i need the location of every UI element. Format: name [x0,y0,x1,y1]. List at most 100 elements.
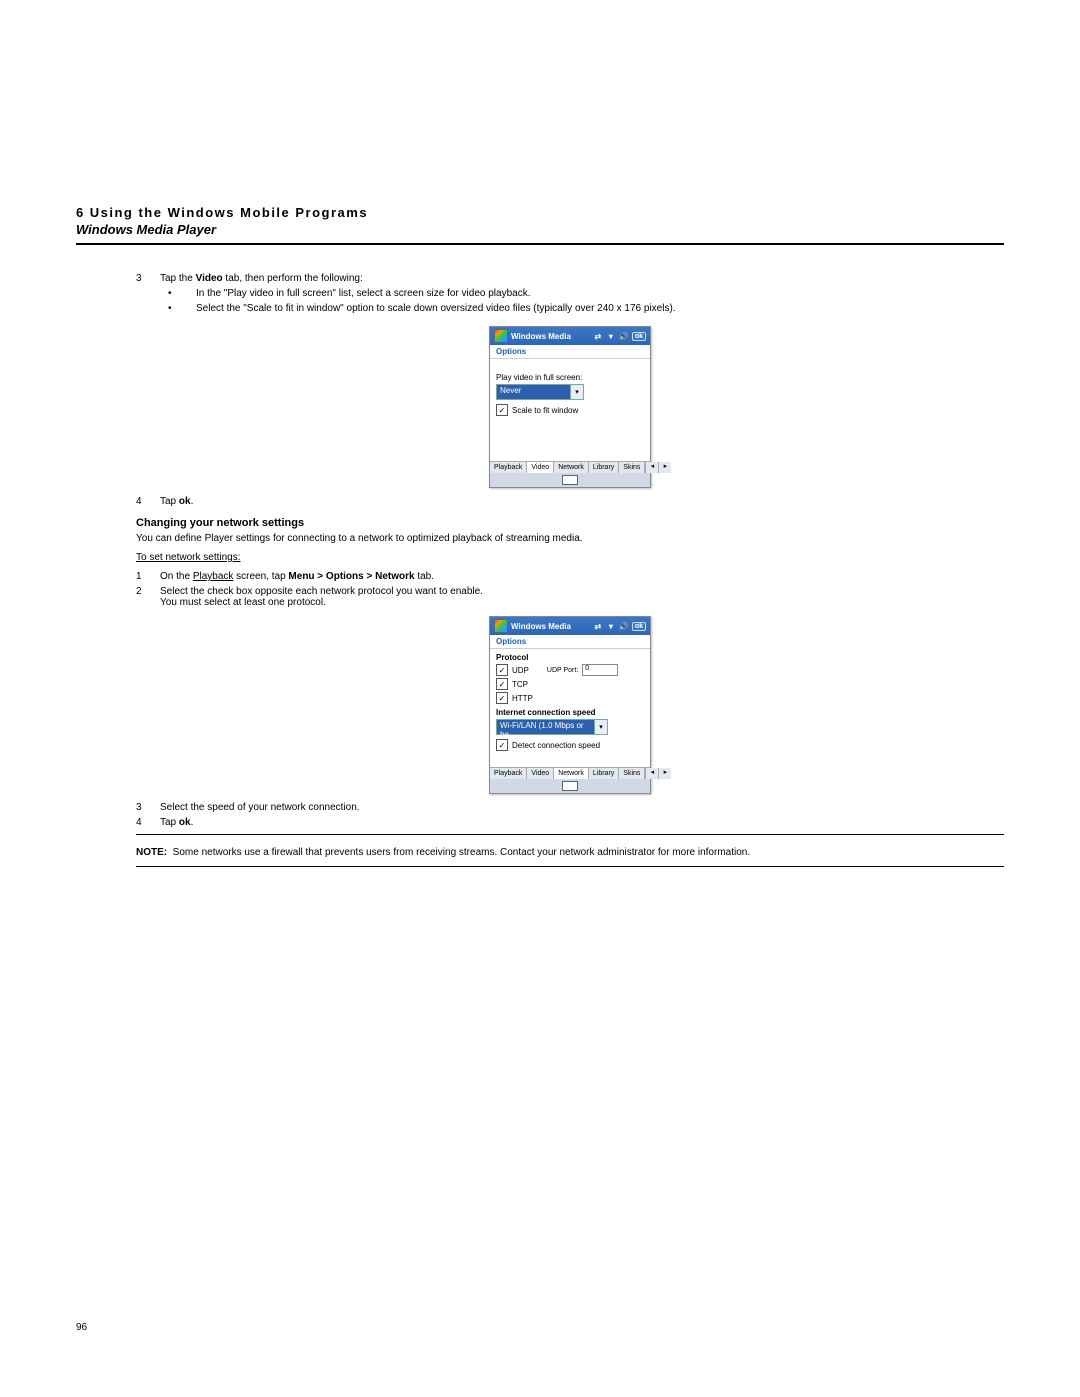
network-steps: 1 On the Playback screen, tap Menu > Opt… [136,571,1004,608]
volume-icon: 🔊 [619,331,629,341]
tab-network[interactable]: Network [554,768,589,779]
paragraph: You can define Player settings for conne… [136,533,1004,544]
checkbox-label: Scale to fit window [512,406,578,415]
note-divider-bottom [136,866,1004,867]
dropdown-arrow-icon[interactable]: ▾ [594,720,607,734]
tab-library[interactable]: Library [589,768,619,779]
tab-scroll-nav: ◂ ▸ [645,462,671,473]
windows-flag-icon [494,619,508,633]
udp-row: ✓ UDP UDP Port: 0 [496,664,644,676]
step-3b: 3 Select the speed of your network conne… [136,802,1004,828]
step-number: 1 [136,571,160,582]
step-3: 3 Tap the Video tab, then perform the fo… [136,273,1004,318]
bullet-item: Select the "Scale to fit in window" opti… [182,303,1004,314]
body-content: 3 Tap the Video tab, then perform the fo… [136,273,1004,867]
step-text: Tap ok. [160,496,1004,507]
ok-button[interactable]: ok [632,332,646,341]
checkbox-icon[interactable]: ✓ [496,692,508,704]
subheading-network: Changing your network settings [136,517,1004,529]
chapter-number: 6 [76,205,84,220]
play-video-label: Play video in full screen: [496,373,644,382]
select-value: Never [497,385,570,399]
options-header: Options [490,345,650,359]
phone-titlebar: Windows Media ⇄ ▾ 🔊 ok [490,617,650,635]
divider [76,243,1004,245]
step-text: Tap ok. [160,817,1004,828]
step-text: Select the speed of your network connect… [160,802,1004,813]
tab-scroll-nav: ◂ ▸ [645,768,671,779]
udp-port-label: UDP Port: [547,667,578,674]
bullet-item: In the "Play video in full screen" list,… [182,288,1004,299]
volume-icon: 🔊 [619,621,629,631]
note-divider-top [136,834,1004,835]
note-paragraph: NOTE: Some networks use a firewall that … [136,847,1004,858]
section-title: Windows Media Player [76,222,1004,237]
tab-bar: Playback Video Network Library Skins ◂ ▸ [490,767,650,779]
connectivity-icon: ⇄ [593,621,603,631]
checkbox-icon[interactable]: ✓ [496,664,508,676]
udp-checkbox[interactable]: ✓ UDP [496,664,529,676]
page-number: 96 [76,1322,87,1333]
page: 6 Using the Windows Mobile Programs Wind… [0,0,1080,1397]
step-number: 4 [136,817,160,828]
keyboard-icon[interactable] [562,475,578,485]
tab-network[interactable]: Network [554,462,589,473]
chapter-title: Using the Windows Mobile Programs [90,205,368,220]
tab-playback[interactable]: Playback [490,768,527,779]
http-checkbox[interactable]: ✓ HTTP [496,692,644,704]
tab-scroll-left-icon[interactable]: ◂ [645,462,658,473]
protocol-label: Protocol [496,653,644,662]
scale-checkbox-row[interactable]: ✓ Scale to fit window [496,404,644,416]
step-number: 3 [136,802,160,813]
dropdown-arrow-icon[interactable]: ▾ [570,385,583,399]
step-number: 2 [136,586,160,608]
ok-button[interactable]: ok [632,622,646,631]
step-number: 4 [136,496,160,507]
signal-icon: ▾ [606,621,616,631]
tab-skins[interactable]: Skins [619,768,645,779]
phone-titlebar: Windows Media ⇄ ▾ 🔊 ok [490,327,650,345]
step-number: 3 [136,273,160,318]
tab-scroll-right-icon[interactable]: ▸ [658,462,671,473]
connection-speed-select[interactable]: Wi-Fi/LAN (1.0 Mbps or be ▾ [496,719,608,735]
step-text: On the Playback screen, tap Menu > Optio… [160,571,1004,582]
udp-port-field[interactable]: 0 [582,664,618,676]
signal-icon: ▾ [606,331,616,341]
tab-video[interactable]: Video [527,462,554,473]
checkbox-icon[interactable]: ✓ [496,404,508,416]
procedure-heading: To set network settings: [136,552,1004,563]
full-screen-select[interactable]: Never ▾ [496,384,584,400]
step-text: Select the check box opposite each netwo… [160,586,1004,608]
tab-skins[interactable]: Skins [619,462,645,473]
note-prefix: NOTE: [136,847,167,858]
step-text: Tap the Video tab, then perform the foll… [160,273,1004,318]
checkbox-label: Detect connection speed [512,741,600,750]
checkbox-icon[interactable]: ✓ [496,739,508,751]
tcp-checkbox[interactable]: ✓ TCP [496,678,644,690]
connectivity-icon: ⇄ [593,331,603,341]
step-4: 4 Tap ok. [136,496,1004,507]
tab-video[interactable]: Video [527,768,554,779]
figure-video-options: Windows Media ⇄ ▾ 🔊 ok Options Play vide… [489,326,651,488]
figure-network-options: Windows Media ⇄ ▾ 🔊 ok Options Protocol … [489,616,651,794]
tab-scroll-right-icon[interactable]: ▸ [658,768,671,779]
tab-scroll-left-icon[interactable]: ◂ [645,768,658,779]
checkbox-label: HTTP [512,694,533,703]
bullet-list: In the "Play video in full screen" list,… [182,288,1004,314]
select-value: Wi-Fi/LAN (1.0 Mbps or be [497,720,594,734]
tab-playback[interactable]: Playback [490,462,527,473]
titlebar-title: Windows Media [511,332,571,341]
sip-bar [490,473,650,487]
checkbox-label: TCP [512,680,528,689]
windows-flag-icon [494,329,508,343]
tab-library[interactable]: Library [589,462,619,473]
tab-bar: Playback Video Network Library Skins ◂ ▸ [490,461,650,473]
checkbox-icon[interactable]: ✓ [496,678,508,690]
detect-speed-checkbox[interactable]: ✓ Detect connection speed [496,739,644,751]
speed-label: Internet connection speed [496,708,644,717]
keyboard-icon[interactable] [562,781,578,791]
chapter-header: 6 Using the Windows Mobile Programs Wind… [76,205,1004,245]
chapter-line: 6 Using the Windows Mobile Programs [76,205,1004,220]
note-body: Some networks use a firewall that preven… [173,847,750,858]
titlebar-title: Windows Media [511,622,571,631]
